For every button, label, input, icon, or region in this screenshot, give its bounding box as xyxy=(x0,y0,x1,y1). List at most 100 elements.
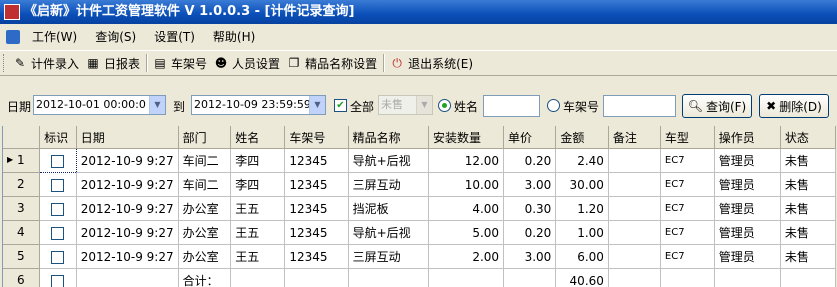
status-select[interactable]: 未售 ▼ xyxy=(378,95,433,115)
amount-cell[interactable]: 1.00 xyxy=(555,220,609,245)
model-cell[interactable]: EC7 xyxy=(660,148,715,173)
table-row[interactable]: 2 2012-10-9 9:27 车间二 李四 12345 三屏互动 10.00… xyxy=(3,172,836,197)
flag-cell[interactable] xyxy=(39,196,77,221)
column-header[interactable]: 安装数量 xyxy=(428,126,505,149)
operator-cell[interactable]: 管理员 xyxy=(714,172,781,197)
menu-work[interactable]: 工作(W) xyxy=(26,26,89,48)
price-cell[interactable]: 3.00 xyxy=(503,244,557,269)
menu-query[interactable]: 查询(S) xyxy=(89,26,148,48)
name-cell[interactable]: 王五 xyxy=(230,244,286,269)
amount-cell[interactable]: 2.40 xyxy=(555,148,609,173)
row-checkbox[interactable] xyxy=(51,226,65,240)
status-cell[interactable]: 未售 xyxy=(780,196,836,221)
date-cell[interactable]: 2012-10-9 9:27 xyxy=(76,220,179,245)
date-from-picker[interactable]: 2012-10-01 00:00:0 ▼ xyxy=(33,95,166,115)
date-to-picker[interactable]: 2012-10-09 23:59:59 ▼ xyxy=(191,95,326,115)
rack-cell[interactable]: 12345 xyxy=(284,148,349,173)
piece-entry-button[interactable]: ✎ 计件录入 xyxy=(10,52,83,74)
price-cell[interactable]: 3.00 xyxy=(503,172,557,197)
date-cell[interactable]: 2012-10-9 9:27 xyxy=(76,196,179,221)
dept-cell[interactable]: 车间二 xyxy=(178,172,232,197)
row-header[interactable]: 4 xyxy=(3,220,41,245)
date-cell[interactable] xyxy=(76,268,179,287)
model-cell[interactable]: EC7 xyxy=(660,220,715,245)
chevron-down-icon[interactable]: ▼ xyxy=(309,96,325,114)
name-cell[interactable]: 李四 xyxy=(230,172,286,197)
name-cell[interactable]: 王五 xyxy=(230,196,286,221)
table-row[interactable]: 3 2012-10-9 9:27 办公室 王五 12345 挡泥板 4.00 0… xyxy=(3,196,836,221)
rack-cell[interactable]: 12345 xyxy=(284,196,349,221)
rack-input[interactable] xyxy=(603,95,676,117)
price-cell[interactable]: 0.30 xyxy=(503,196,557,221)
total-amount-cell[interactable]: 40.60 xyxy=(555,268,609,287)
price-cell[interactable]: 0.20 xyxy=(503,148,557,173)
column-header[interactable]: 操作员 xyxy=(714,126,781,149)
amount-cell[interactable]: 1.20 xyxy=(555,196,609,221)
all-checkbox[interactable]: ✔ xyxy=(334,99,347,112)
note-cell[interactable] xyxy=(608,148,661,173)
column-header[interactable]: 车架号 xyxy=(284,126,349,149)
table-row[interactable]: 5 2012-10-9 9:27 办公室 王五 12345 三屏互动 2.00 … xyxy=(3,244,836,269)
column-header[interactable]: 日期 xyxy=(76,126,179,149)
column-header[interactable]: 标识 xyxy=(39,126,77,149)
amount-cell[interactable]: 6.00 xyxy=(555,244,609,269)
dept-cell[interactable]: 办公室 xyxy=(178,196,232,221)
toolbar-grip[interactable] xyxy=(3,54,7,72)
note-cell[interactable] xyxy=(608,220,661,245)
dept-cell[interactable]: 车间二 xyxy=(178,148,232,173)
table-row[interactable]: ▶ 1 2012-10-9 9:27 车间二 李四 12345 导航+后视 12.… xyxy=(3,148,836,173)
rack-cell[interactable] xyxy=(284,268,349,287)
name-cell[interactable]: 李四 xyxy=(230,148,286,173)
status-cell[interactable] xyxy=(780,268,836,287)
name-cell[interactable]: 王五 xyxy=(230,220,286,245)
item-cell[interactable]: 三屏互动 xyxy=(348,172,430,197)
model-cell[interactable]: EC7 xyxy=(660,244,715,269)
qty-cell[interactable]: 5.00 xyxy=(428,220,505,245)
flag-cell[interactable] xyxy=(39,220,77,245)
exit-button[interactable]: ⏻ 退出系统(E) xyxy=(387,52,477,74)
qty-cell[interactable]: 10.00 xyxy=(428,172,505,197)
name-input[interactable] xyxy=(483,95,540,117)
status-cell[interactable]: 未售 xyxy=(780,172,836,197)
status-cell[interactable]: 未售 xyxy=(780,220,836,245)
column-header[interactable]: 部门 xyxy=(178,126,232,149)
row-header[interactable]: 3 xyxy=(3,196,41,221)
item-cell[interactable] xyxy=(348,268,430,287)
row-header[interactable]: ▶ 1 xyxy=(3,148,41,173)
column-header[interactable]: 状态 xyxy=(780,126,836,149)
rack-cell[interactable]: 12345 xyxy=(284,172,349,197)
operator-cell[interactable]: 管理员 xyxy=(714,244,781,269)
status-cell[interactable]: 未售 xyxy=(780,244,836,269)
operator-cell[interactable]: 管理员 xyxy=(714,196,781,221)
column-header[interactable]: 备注 xyxy=(608,126,661,149)
total-row[interactable]: 6 合计： 40.60 xyxy=(3,268,836,287)
qty-cell[interactable]: 12.00 xyxy=(428,148,505,173)
column-header[interactable]: 姓名 xyxy=(230,126,286,149)
dept-cell[interactable]: 办公室 xyxy=(178,220,232,245)
daily-report-button[interactable]: ▦ 日报表 xyxy=(83,52,144,74)
note-cell[interactable] xyxy=(608,244,661,269)
qty-cell[interactable]: 2.00 xyxy=(428,244,505,269)
operator-cell[interactable]: 管理员 xyxy=(714,220,781,245)
item-cell[interactable]: 挡泥板 xyxy=(348,196,430,221)
flag-cell[interactable] xyxy=(39,148,77,173)
item-name-settings-button[interactable]: ❐ 精品名称设置 xyxy=(284,52,381,74)
column-header[interactable]: 精品名称 xyxy=(348,126,430,149)
row-checkbox[interactable] xyxy=(51,178,65,192)
model-cell[interactable]: EC7 xyxy=(660,172,715,197)
rack-radio[interactable] xyxy=(547,99,560,112)
menu-settings[interactable]: 设置(T) xyxy=(148,26,207,48)
flag-cell[interactable] xyxy=(39,244,77,269)
status-cell[interactable]: 未售 xyxy=(780,148,836,173)
row-header[interactable]: 5 xyxy=(3,244,41,269)
qty-cell[interactable] xyxy=(428,268,505,287)
flag-cell[interactable] xyxy=(39,268,77,287)
column-header[interactable]: 车型 xyxy=(660,126,715,149)
price-cell[interactable]: 0.20 xyxy=(503,220,557,245)
total-label-cell[interactable]: 合计： xyxy=(178,268,232,287)
dept-cell[interactable]: 办公室 xyxy=(178,244,232,269)
column-header[interactable]: 金额 xyxy=(555,126,609,149)
qty-cell[interactable]: 4.00 xyxy=(428,196,505,221)
row-checkbox[interactable] xyxy=(51,250,65,264)
query-button[interactable]: 🔍︎ 查询(F) xyxy=(682,94,752,118)
